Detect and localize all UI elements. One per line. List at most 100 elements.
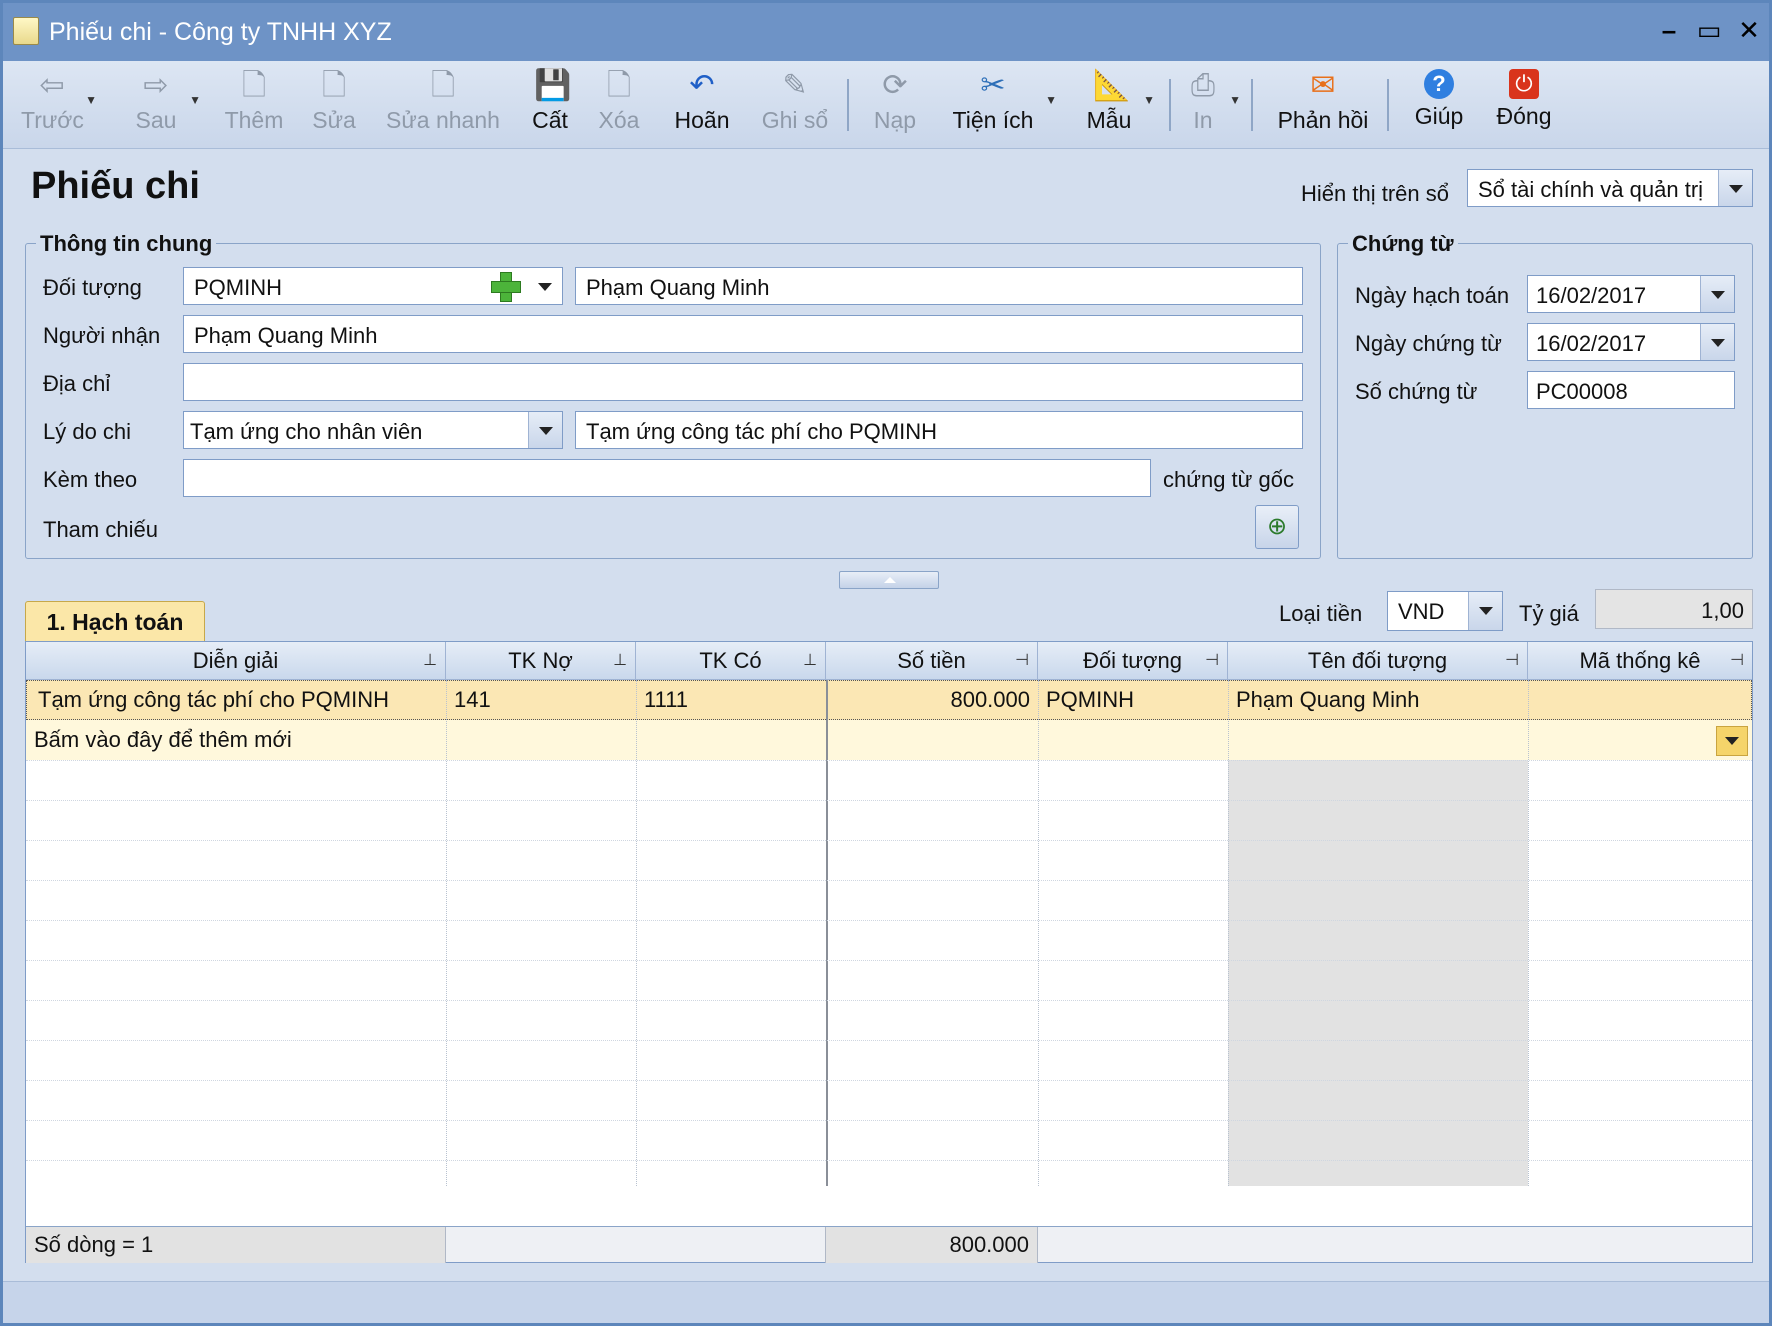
- toolbar: ⇦ Trước ▼ ⇨ Sau ▼ 🗋 Thêm 🗋 Sửa 🗋 Sửa nha…: [3, 61, 1769, 149]
- chevron-down-icon[interactable]: [1718, 170, 1752, 206]
- toolbar-delete-button[interactable]: 🗋 Xóa: [591, 65, 647, 145]
- toolbar-quick-edit-button[interactable]: 🗋 Sửa nhanh: [383, 65, 503, 145]
- chevron-down-icon[interactable]: ▼: [1143, 93, 1155, 107]
- chevron-down-icon[interactable]: ▼: [85, 93, 97, 107]
- toolbar-save-button[interactable]: 💾 Cất: [523, 65, 577, 145]
- column-header-credit-account[interactable]: TK Có ⊥: [636, 642, 826, 680]
- chevron-down-icon[interactable]: [528, 412, 562, 448]
- toolbar-help-label: Giúp: [1414, 103, 1464, 129]
- pin-icon[interactable]: ⊣: [1505, 642, 1519, 680]
- cell-description[interactable]: Tạm ứng công tác phí cho PQMINH: [30, 680, 446, 720]
- close-window-button[interactable]: ✕: [1731, 11, 1767, 49]
- toolbar-feedback-button[interactable]: ✉ Phản hồi: [1275, 65, 1371, 145]
- attach-field[interactable]: [183, 459, 1151, 497]
- toolbar-load-button[interactable]: ⟳ Nạp: [867, 65, 923, 145]
- toolbar-edit-label: Sửa: [312, 107, 356, 133]
- toolbar-post-button[interactable]: ✎ Ghi sổ: [757, 65, 833, 145]
- cell-credit-account[interactable]: 1111: [636, 680, 826, 720]
- toolbar-template-label: Mẫu: [1086, 107, 1132, 133]
- column-header-description[interactable]: Diễn giải ⊥: [26, 642, 446, 680]
- cell-object-name[interactable]: Phạm Quang Minh: [1228, 680, 1528, 720]
- arrow-left-icon: ⇦: [39, 69, 65, 102]
- toolbar-separator: [847, 79, 849, 131]
- pin-icon[interactable]: ⊥: [613, 642, 627, 680]
- chevron-down-icon[interactable]: ▼: [1229, 93, 1241, 107]
- chevron-down-icon[interactable]: ▼: [189, 93, 201, 107]
- collapse-header-button[interactable]: [839, 571, 939, 589]
- toolbar-separator: [1387, 79, 1389, 131]
- posting-date-picker[interactable]: 16/02/2017: [1527, 275, 1735, 313]
- power-icon: ⏻: [1509, 69, 1539, 99]
- column-header-statistic-code[interactable]: Mã thống kê ⊣: [1528, 642, 1752, 680]
- display-on-ledger-select[interactable]: Sổ tài chính và quản trị: [1467, 169, 1753, 207]
- posting-date-label: Ngày hạch toán: [1355, 283, 1510, 308]
- column-header-debit-account[interactable]: TK Nợ ⊥: [446, 642, 636, 680]
- toolbar-quick-edit-label: Sửa nhanh: [386, 107, 500, 133]
- footer-spacer: [446, 1227, 826, 1263]
- window-title: Phiếu chi - Công ty TNHH XYZ: [49, 18, 392, 46]
- column-header-object[interactable]: Đối tượng ⊣: [1038, 642, 1228, 680]
- pin-icon[interactable]: ⊣: [1015, 642, 1029, 680]
- grid-row-line: [26, 1080, 1752, 1081]
- toolbar-template-button[interactable]: 📐 Mẫu ▼: [1083, 65, 1155, 145]
- cell-amount[interactable]: 800.000: [826, 680, 1038, 720]
- grid-row-line: [26, 1040, 1752, 1041]
- voucher-no-label: Số chứng từ: [1355, 379, 1478, 404]
- grid-divider: [1228, 680, 1229, 1186]
- currency-value: VND: [1398, 599, 1445, 624]
- toolbar-undo-label: Hoãn: [674, 107, 730, 133]
- receiver-field[interactable]: Phạm Quang Minh: [183, 315, 1303, 353]
- currency-select[interactable]: VND: [1387, 591, 1503, 631]
- toolbar-utilities-button[interactable]: ✂ Tiện ích ▼: [949, 65, 1057, 145]
- cell-debit-account[interactable]: 141: [446, 680, 636, 720]
- grid-row-line: [26, 880, 1752, 881]
- voucher-no-field[interactable]: PC00008: [1527, 371, 1735, 409]
- toolbar-undo-button[interactable]: ↶ Hoãn: [667, 65, 737, 145]
- add-reference-button[interactable]: ⊕: [1255, 505, 1299, 549]
- new-row-hint[interactable]: Bấm vào đây để thêm mới: [26, 720, 446, 760]
- voucher-date-picker[interactable]: 16/02/2017: [1527, 323, 1735, 361]
- add-object-icon[interactable]: [486, 268, 524, 304]
- object-code-field[interactable]: PQMINH: [183, 267, 563, 305]
- pin-icon[interactable]: ⊣: [1205, 642, 1219, 680]
- pin-icon[interactable]: ⊥: [803, 642, 817, 680]
- chevron-down-icon[interactable]: [1700, 324, 1734, 360]
- toolbar-prev-button[interactable]: ⇦ Trước ▼: [21, 65, 97, 145]
- toolbar-print-button[interactable]: ⎙ In ▼: [1183, 65, 1241, 145]
- chevron-down-icon[interactable]: [528, 268, 562, 304]
- column-header-amount[interactable]: Số tiền ⊣: [826, 642, 1038, 680]
- cell-statistic-code[interactable]: [1528, 680, 1752, 720]
- reload-icon: ⟳: [882, 69, 908, 102]
- cell-object[interactable]: PQMINH: [1038, 680, 1228, 720]
- maximize-button[interactable]: ▭: [1691, 11, 1727, 49]
- toolbar-close-button[interactable]: ⏻ Đóng: [1493, 65, 1555, 145]
- object-name-field[interactable]: Phạm Quang Minh: [575, 267, 1303, 305]
- column-header-object-name[interactable]: Tên đối tượng ⊣: [1228, 642, 1528, 680]
- pin-icon[interactable]: ⊥: [423, 642, 437, 680]
- receiver-label: Người nhận: [43, 323, 161, 348]
- chevron-down-icon[interactable]: ▼: [1045, 93, 1057, 107]
- toolbar-next-button[interactable]: ⇨ Sau ▼: [125, 65, 201, 145]
- accounting-grid: Diễn giải ⊥ TK Nợ ⊥ TK Có ⊥ Số tiền ⊣ Đối tư…: [25, 641, 1753, 1263]
- object-code-value: PQMINH: [194, 275, 282, 300]
- toolbar-separator: [1169, 79, 1171, 131]
- reason-type-select[interactable]: Tạm ứng cho nhân viên: [183, 411, 563, 449]
- display-on-ledger-label: Hiển thị trên sổ: [1301, 181, 1449, 206]
- reason-text-field[interactable]: Tạm ứng công tác phí cho PQMINH: [575, 411, 1303, 449]
- attach-label: Kèm theo: [43, 467, 138, 492]
- chevron-down-icon[interactable]: [1700, 276, 1734, 312]
- status-bar: [3, 1281, 1769, 1323]
- tab-accounting[interactable]: 1. Hạch toán: [25, 601, 205, 641]
- chevron-down-icon[interactable]: [1468, 592, 1502, 630]
- chevron-down-icon[interactable]: [1716, 726, 1748, 756]
- toolbar-edit-button[interactable]: 🗋 Sửa: [307, 65, 361, 145]
- grid-divider: [636, 680, 637, 1186]
- toolbar-post-label: Ghi sổ: [761, 107, 829, 133]
- minimize-button[interactable]: –: [1651, 11, 1687, 49]
- undo-icon: ↶: [689, 69, 715, 102]
- pin-icon[interactable]: ⊣: [1730, 642, 1744, 680]
- voucher-legend: Chứng từ: [1348, 231, 1458, 257]
- address-field[interactable]: [183, 363, 1303, 401]
- toolbar-help-button[interactable]: ? Giúp: [1411, 65, 1467, 145]
- toolbar-add-button[interactable]: 🗋 Thêm: [219, 65, 289, 145]
